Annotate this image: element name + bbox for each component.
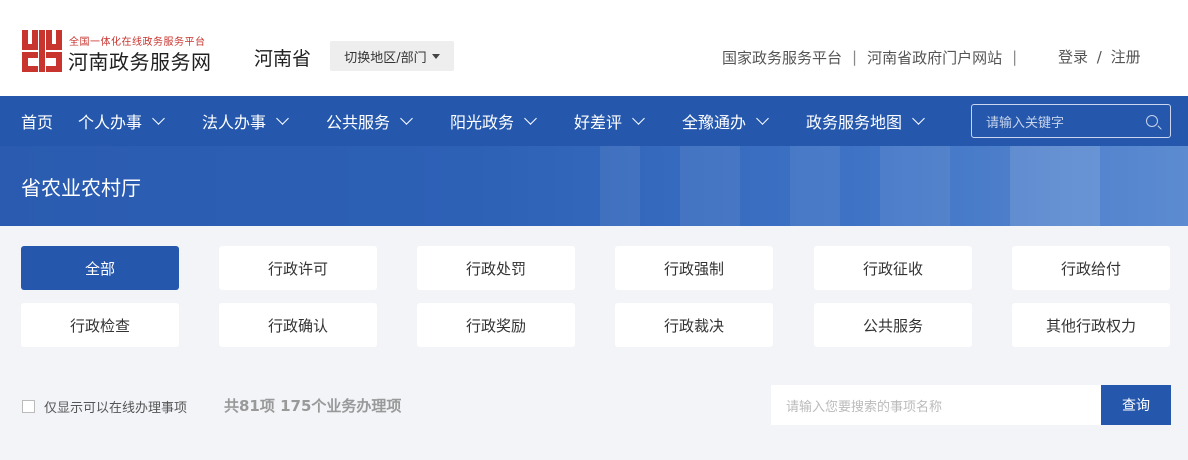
chevron-down-icon: [912, 112, 925, 125]
nav-label: 公共服务: [326, 113, 391, 132]
nav-label: 全豫通办: [682, 113, 747, 132]
nav-search-input[interactable]: 请输入关键字: [971, 104, 1171, 138]
switch-region-button[interactable]: 切换地区/部门: [330, 41, 454, 71]
chevron-down-icon: [524, 112, 537, 125]
nav-label: 首页: [21, 113, 54, 132]
banner-decoration: [790, 146, 840, 226]
category-admin-confirmation[interactable]: 行政确认: [219, 303, 377, 347]
chevron-down-icon: [632, 112, 645, 125]
nav-item-service-map[interactable]: 政务服务地图: [806, 96, 925, 146]
banner-decoration: [680, 146, 740, 226]
banner-decoration: [880, 146, 950, 226]
current-region: 河南省: [254, 48, 312, 70]
nav-label: 好差评: [574, 113, 623, 132]
nav-item-open-government[interactable]: 阳光政务: [450, 96, 537, 146]
chevron-down-icon: [276, 112, 289, 125]
caret-down-icon: [431, 53, 440, 59]
nav-label: 阳光政务: [450, 113, 515, 132]
login-link[interactable]: 登录: [1058, 48, 1088, 66]
nav-item-province-wide[interactable]: 全豫通办: [682, 96, 769, 146]
nav-item-home[interactable]: 首页: [21, 96, 53, 146]
banner-decoration: [1010, 146, 1100, 226]
query-button[interactable]: 查询: [1101, 385, 1171, 425]
nav-label: 个人办事: [78, 113, 143, 132]
category-public-service[interactable]: 公共服务: [814, 303, 972, 347]
category-admin-levy[interactable]: 行政征收: [814, 246, 972, 290]
category-admin-enforcement[interactable]: 行政强制: [615, 246, 773, 290]
nav-item-legal-entity[interactable]: 法人办事: [202, 96, 289, 146]
slash-separator: /: [1096, 48, 1102, 66]
top-links: 国家政务服务平台 | 河南省政府门户网站 |: [722, 46, 1027, 68]
item-search-input[interactable]: 请输入您要搜索的事项名称: [771, 385, 1101, 425]
nav-label: 法人办事: [202, 113, 267, 132]
chevron-down-icon: [756, 112, 769, 125]
nav-item-public-service[interactable]: 公共服务: [326, 96, 413, 146]
nav-item-rating[interactable]: 好差评: [574, 96, 645, 146]
site-header: 全国一体化在线政务服务平台 河南政务服务网 河南省 切换地区/部门 国家政务服务…: [0, 0, 1188, 96]
logo-title[interactable]: 河南政务服务网: [68, 46, 212, 75]
chevron-down-icon: [400, 112, 413, 125]
register-link[interactable]: 注册: [1111, 48, 1141, 66]
result-count: 共81项 175个业务办理项: [224, 397, 402, 415]
category-other-powers[interactable]: 其他行政权力: [1012, 303, 1170, 347]
separator: |: [852, 48, 858, 66]
category-all[interactable]: 全部: [21, 246, 179, 290]
banner-decoration: [600, 146, 640, 226]
department-banner: 省农业农村厅: [0, 146, 1188, 226]
category-admin-payment[interactable]: 行政给付: [1012, 246, 1170, 290]
auth-links: 登录 / 注册: [1058, 46, 1141, 67]
category-admin-reward[interactable]: 行政奖励: [417, 303, 575, 347]
category-admin-penalty[interactable]: 行政处罚: [417, 246, 575, 290]
search-icon[interactable]: [1146, 115, 1158, 127]
online-only-label[interactable]: 仅显示可以在线办理事项: [44, 397, 187, 416]
online-only-checkbox[interactable]: [22, 400, 35, 413]
chevron-down-icon: [152, 112, 165, 125]
nav-label: 政务服务地图: [806, 113, 903, 132]
category-admin-license[interactable]: 行政许可: [219, 246, 377, 290]
switch-region-label: 切换地区/部门: [344, 50, 427, 66]
category-admin-inspection[interactable]: 行政检查: [21, 303, 179, 347]
item-search-placeholder: 请输入您要搜索的事项名称: [786, 399, 943, 415]
department-title: 省农业农村厅: [21, 176, 141, 200]
nav-search-placeholder: 请输入关键字: [986, 115, 1065, 131]
separator: |: [1012, 48, 1018, 66]
link-national-platform[interactable]: 国家政务服务平台: [722, 47, 842, 68]
logo-icon[interactable]: [22, 30, 62, 72]
link-henan-gov-portal[interactable]: 河南省政府门户网站: [867, 47, 1002, 68]
nav-item-personal[interactable]: 个人办事: [78, 96, 165, 146]
category-admin-ruling[interactable]: 行政裁决: [615, 303, 773, 347]
